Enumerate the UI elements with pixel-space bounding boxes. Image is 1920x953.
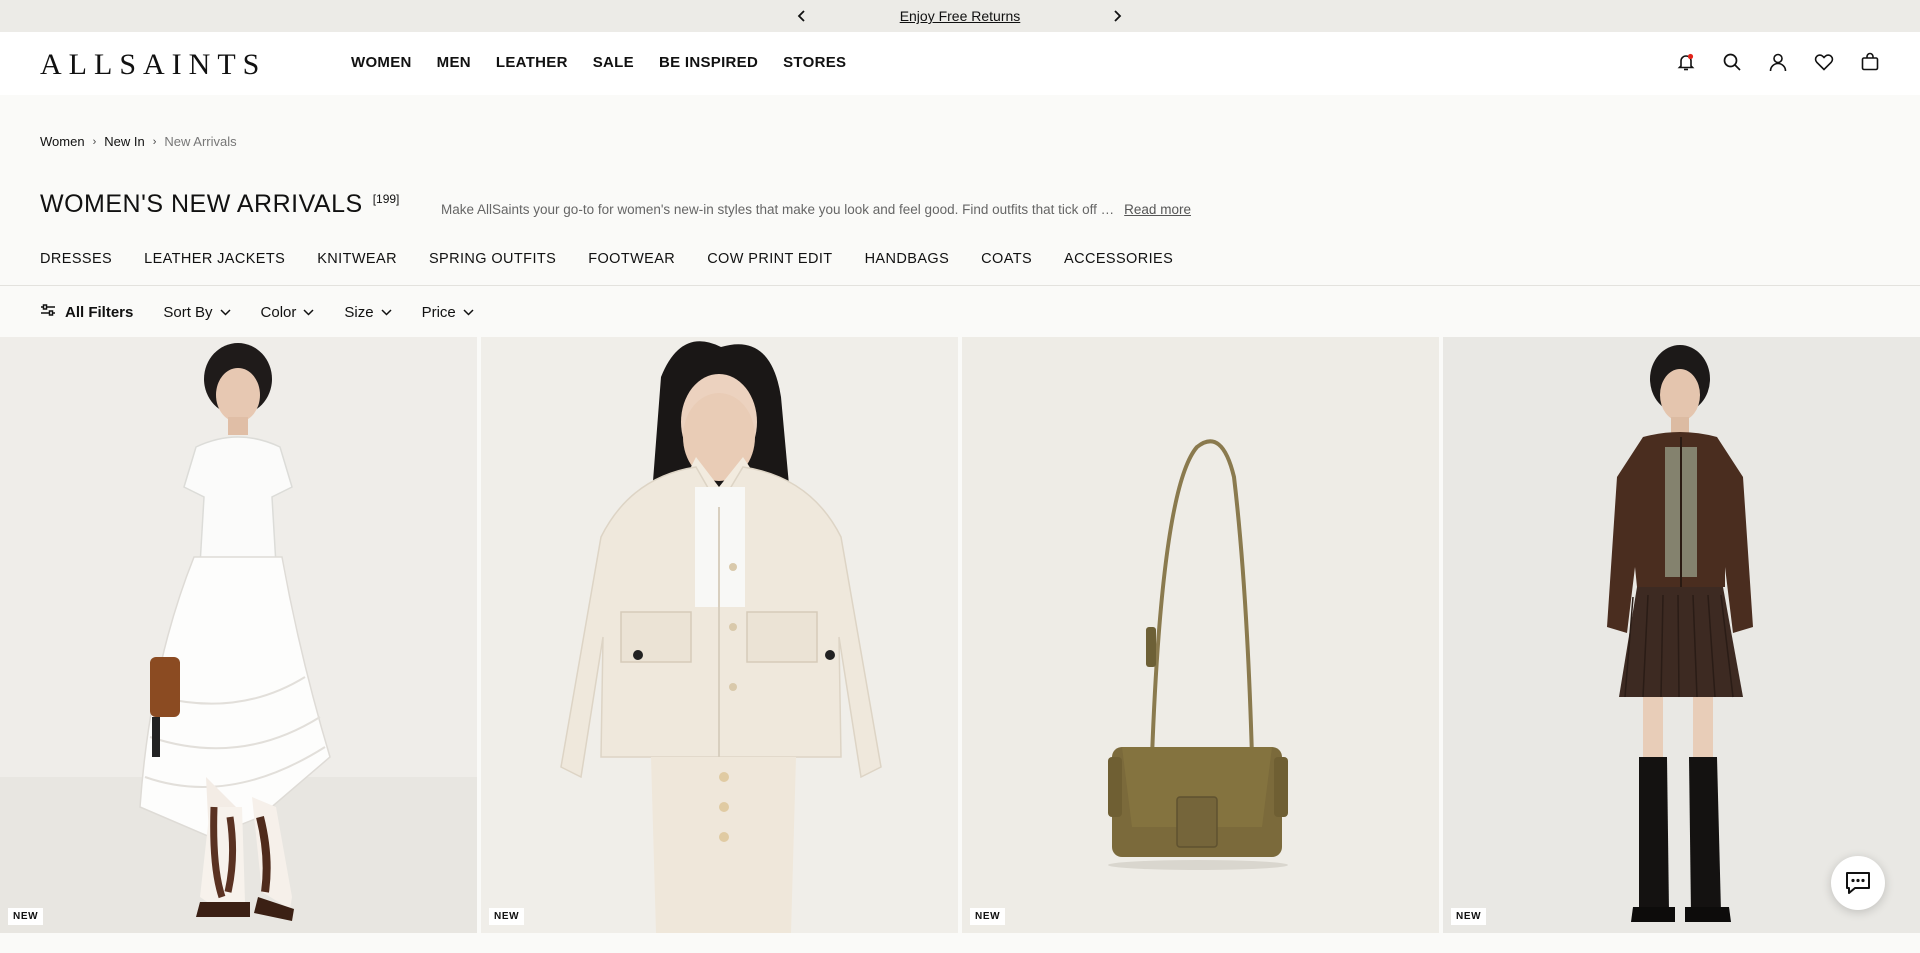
nav-women[interactable]: WOMEN <box>351 54 412 71</box>
product-card[interactable]: NEW <box>481 337 958 933</box>
size-dropdown[interactable]: Size <box>344 303 392 321</box>
shopping-bag-icon[interactable] <box>1860 52 1880 72</box>
breadcrumb: Women › New In › New Arrivals <box>40 134 237 149</box>
site-header: ALLSAINTS WOMEN MEN LEATHER SALE BE INSP… <box>0 32 1920 95</box>
category-leather-jackets[interactable]: LEATHER JACKETS <box>144 251 285 267</box>
site-logo[interactable]: ALLSAINTS <box>40 48 266 82</box>
chevron-down-icon <box>381 308 392 316</box>
page-description: Make AllSaints your go-to for women's ne… <box>441 202 1191 217</box>
category-spring-outfits[interactable]: SPRING OUTFITS <box>429 251 556 267</box>
category-knitwear[interactable]: KNITWEAR <box>317 251 397 267</box>
page-title: WOMEN'S NEW ARRIVALS <box>40 190 363 218</box>
chevron-down-icon <box>463 308 474 316</box>
all-filters-label: All Filters <box>65 303 134 321</box>
chevron-right-icon: › <box>92 135 97 148</box>
nav-leather[interactable]: LEATHER <box>496 54 568 71</box>
notification-bell-icon[interactable] <box>1676 52 1696 72</box>
all-filters-button[interactable]: All Filters <box>40 303 133 321</box>
price-dropdown[interactable]: Price <box>422 304 474 321</box>
category-handbags[interactable]: HANDBAGS <box>865 251 950 267</box>
new-badge: NEW <box>489 908 525 925</box>
description-text: Make AllSaints your go-to for women's ne… <box>441 202 1115 217</box>
chat-bubble-icon <box>1846 872 1870 894</box>
category-nav: DRESSES LEATHER JACKETS KNITWEAR SPRING … <box>40 251 1205 267</box>
wishlist-heart-icon[interactable] <box>1814 52 1834 72</box>
color-label: Color <box>260 303 297 321</box>
page-title-block: WOMEN'S NEW ARRIVALS [199] <box>40 190 399 219</box>
chevron-right-icon: › <box>152 135 157 148</box>
breadcrumb-current: New Arrivals <box>164 134 237 149</box>
size-label: Size <box>344 303 374 321</box>
header-icons <box>1676 52 1880 72</box>
category-coats[interactable]: COATS <box>981 251 1032 267</box>
breadcrumb-new-in[interactable]: New In <box>104 134 144 149</box>
new-badge: NEW <box>8 908 44 925</box>
nav-stores[interactable]: STORES <box>783 54 846 71</box>
category-footwear[interactable]: FOOTWEAR <box>588 251 675 267</box>
category-dresses[interactable]: DRESSES <box>40 251 112 267</box>
filter-bar: All Filters Sort By Color Size Price <box>40 303 504 321</box>
product-image-suede-bag <box>962 337 1439 933</box>
breadcrumb-women[interactable]: Women <box>40 134 85 149</box>
nav-sale[interactable]: SALE <box>593 54 634 71</box>
new-badge: NEW <box>970 908 1006 925</box>
product-image-cream-jacket <box>481 337 958 933</box>
announcement-bar: Enjoy Free Returns <box>0 0 1920 32</box>
nav-men[interactable]: MEN <box>437 54 471 71</box>
product-grid: NEW NEW NEW NEW <box>0 337 1920 933</box>
product-count: [199] <box>372 192 400 206</box>
product-image-brown-jacket-skirt <box>1443 337 1920 933</box>
sort-by-label: Sort By <box>163 303 213 321</box>
divider <box>0 285 1920 286</box>
sort-by-dropdown[interactable]: Sort By <box>163 303 231 321</box>
product-card[interactable]: NEW <box>1443 337 1920 933</box>
chevron-right-icon[interactable] <box>1107 6 1127 26</box>
product-card[interactable]: NEW <box>962 337 1439 933</box>
account-icon[interactable] <box>1768 52 1788 72</box>
announcement-link[interactable]: Enjoy Free Returns <box>900 8 1021 24</box>
chat-button[interactable] <box>1831 856 1885 910</box>
chevron-down-icon <box>220 308 231 316</box>
product-card[interactable]: NEW <box>0 337 477 933</box>
new-badge: NEW <box>1451 908 1487 925</box>
read-more-link[interactable]: Read more <box>1124 202 1191 217</box>
nav-be-inspired[interactable]: BE INSPIRED <box>659 54 758 71</box>
price-label: Price <box>421 303 456 321</box>
product-image-white-dress <box>0 337 477 933</box>
main-nav: WOMEN MEN LEATHER SALE BE INSPIRED STORE… <box>351 54 871 71</box>
chevron-left-icon[interactable] <box>792 6 812 26</box>
filter-sliders-icon <box>40 303 56 321</box>
category-cow-print-edit[interactable]: COW PRINT EDIT <box>707 251 832 267</box>
color-dropdown[interactable]: Color <box>261 304 315 321</box>
search-icon[interactable] <box>1722 52 1742 72</box>
chevron-down-icon <box>303 308 314 316</box>
category-accessories[interactable]: ACCESSORIES <box>1064 251 1173 267</box>
